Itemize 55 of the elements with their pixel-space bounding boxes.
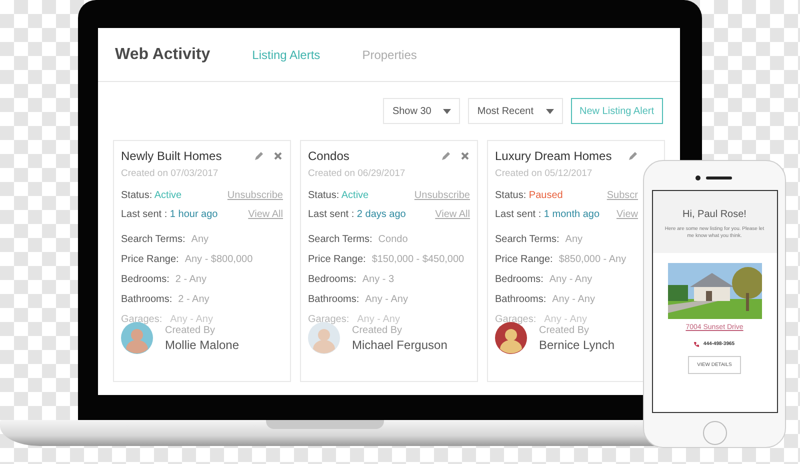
close-icon[interactable] [460,151,470,161]
created-by-label: Created By [165,324,216,336]
criteria-text: Search Terms: Any [121,234,210,245]
tab[interactable]: Properties [362,48,417,62]
pencil-icon[interactable] [628,151,638,161]
card-title: Newly Built Homes [121,149,222,163]
criteria-text: Price Range: Any - $800,000 [121,254,254,265]
criteria-text: Bedrooms: Any - Any [495,274,594,285]
created-date: Created on 07/03/2017 [121,168,220,179]
created-date: Created on 05/12/2017 [495,168,594,179]
view-all-link[interactable]: View [616,209,638,220]
new-listing-alert-button[interactable]: New Listing Alert [570,98,663,124]
pencil-icon[interactable] [254,151,264,161]
author-name: Mollie Malone [165,338,240,352]
card-title: Condos [308,149,350,163]
close-icon[interactable] [273,151,283,161]
criteria-text: Price Range: $150,000 - $450,000 [308,254,466,265]
subscription-link[interactable]: Unsubscribe [414,190,470,201]
last-sent-text: Last sent : 1 hour ago [121,209,218,220]
last-sent-text: Last sent : 1 month ago [495,209,600,220]
author-name: Bernice Lynch [539,338,615,352]
criteria-text: Bathrooms: Any - Any [308,294,409,305]
caret-icon [443,108,452,114]
criteria-text: Garages: Any - Any [308,314,401,325]
criteria-text: Search Terms: Any [495,234,584,245]
phone-icon [694,342,700,346]
last-sent-text: Last sent : 2 days ago [308,209,406,220]
criteria-text: Garages: Any - Any [121,314,214,325]
criteria-text: Garages: Any - Any [495,314,588,325]
criteria-text: Bedrooms: 2 - Any [121,274,208,285]
dropdown[interactable]: Show 30 [383,98,460,124]
greeting: Hi, Paul Rose! [682,209,746,220]
view-all-link[interactable]: View All [435,209,470,220]
created-date: Created on 06/29/2017 [308,168,406,179]
subscription-link[interactable]: Unsubscribe [227,190,283,201]
status-text: Status: Active [308,190,369,201]
view-all-link[interactable]: View All [248,209,283,220]
caret-icon [546,108,554,114]
criteria-text: Bathrooms: 2 - Any [121,294,210,305]
author-name: Michael Ferguson [352,338,448,352]
status-text: Status: Active [121,190,182,201]
criteria-text: Price Range: $850,000 - Any [495,254,628,265]
card-title: Luxury Dream Homes [495,149,612,163]
criteria-text: Bathrooms: Any - Any [495,294,596,305]
page-title: Web Activity [115,46,210,64]
dropdown[interactable]: Most Recent [468,98,563,124]
tab[interactable]: Listing Alerts [252,48,320,62]
criteria-text: Search Terms: Condo [308,234,409,245]
created-by-label: Created By [352,324,404,336]
home-button[interactable] [702,421,726,445]
created-by-label: Created By [539,324,590,336]
subscription-link[interactable]: Subscr [606,190,638,201]
criteria-text: Bedrooms: Any - 3 [308,274,396,285]
status-text: Status: Paused [495,190,563,201]
pencil-icon[interactable] [441,151,451,161]
